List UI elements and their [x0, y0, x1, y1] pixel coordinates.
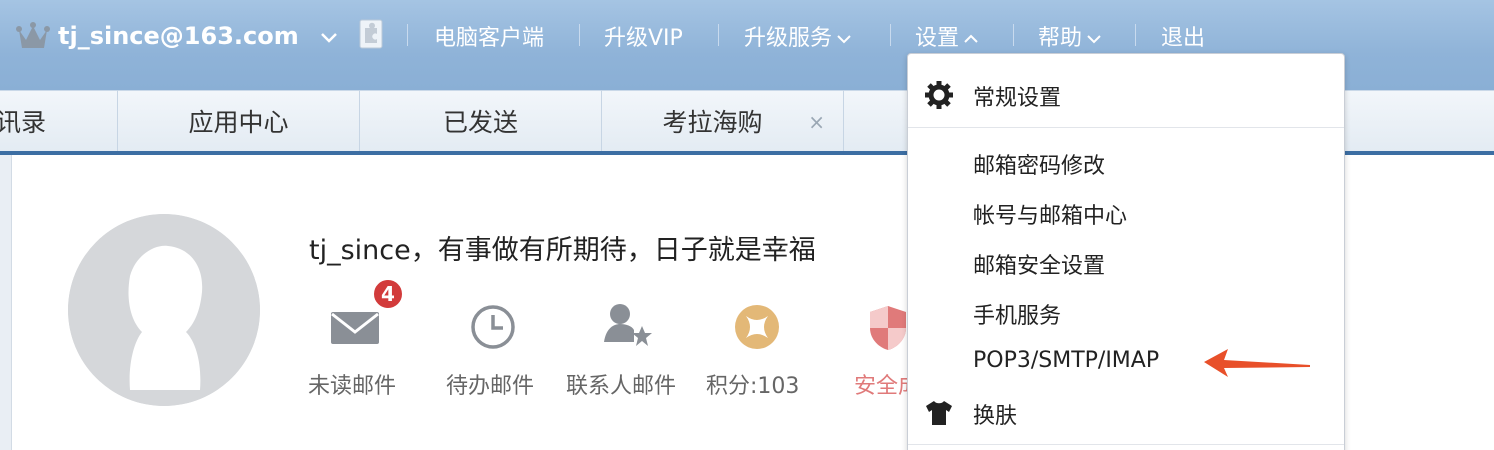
greeting-text: tj_since，有事做有所期待，日子就是幸福 [309, 235, 816, 266]
chevron-down-icon [1087, 35, 1101, 44]
shield-icon [870, 306, 906, 350]
gear-icon [925, 81, 953, 109]
menu-item-label: 换肤 [973, 404, 1018, 429]
qi-label: 联系人邮件 [566, 374, 677, 399]
menu-item-label: 邮箱密码修改 [973, 154, 1106, 179]
chevron-up-icon [964, 34, 978, 43]
tab-app-center[interactable]: 应用中心 [118, 90, 360, 152]
separator [1135, 24, 1136, 46]
close-icon[interactable]: × [808, 112, 825, 132]
tab-contacts[interactable]: 讯录 [0, 90, 118, 152]
menu-item-label: 帐号与邮箱中心 [973, 204, 1128, 229]
tab-label: 讯录 [0, 108, 47, 137]
settings-menu[interactable]: 设置 [915, 20, 981, 52]
password-change-item[interactable]: 邮箱密码修改 [908, 138, 1344, 186]
avatar[interactable] [68, 214, 260, 406]
general-settings-item[interactable]: 常规设置 [908, 70, 1344, 118]
tab-label: 已发送 [442, 108, 518, 137]
unread-count-badge: 4 [372, 278, 404, 310]
clock-icon [471, 305, 515, 349]
chevron-down-icon[interactable] [318, 28, 340, 48]
upgrade-service-label: 升级服务 [744, 26, 833, 51]
logout-link[interactable]: 退出 [1161, 20, 1205, 52]
default-avatar-icon [68, 214, 260, 406]
todo-mail-item[interactable]: 待办邮件 [444, 300, 544, 400]
crown-icon [16, 22, 50, 48]
upgrade-service-menu[interactable]: 升级服务 [744, 20, 854, 52]
menu-item-label: 常规设置 [973, 86, 1062, 111]
puzzle-icon[interactable] [358, 18, 384, 50]
tab-label: 应用中心 [188, 108, 289, 137]
separator [890, 24, 891, 46]
settings-label: 设置 [915, 26, 960, 51]
annotation-arrow-icon [1204, 349, 1310, 377]
qi-label: 未读邮件 [308, 374, 397, 399]
menu-item-label: POP3/SMTP/IMAP [973, 348, 1160, 373]
separator [718, 24, 719, 46]
menu-item-label: 手机服务 [973, 304, 1062, 329]
envelope-icon [331, 312, 379, 344]
left-strip [0, 155, 12, 450]
contact-mail-item[interactable]: 联系人邮件 [566, 300, 688, 400]
points-icon [735, 305, 779, 349]
security-item[interactable]: 安全成 [854, 300, 914, 400]
separator [1013, 24, 1014, 46]
contact-star-icon [604, 304, 652, 346]
help-label: 帮助 [1038, 26, 1083, 51]
account-center-item[interactable]: 帐号与邮箱中心 [908, 188, 1344, 236]
menu-item-label: 邮箱安全设置 [973, 254, 1106, 279]
unread-mail-item[interactable]: 未读邮件 [306, 300, 406, 400]
upgrade-vip-link[interactable]: 升级VIP [604, 20, 683, 52]
tab-kaola[interactable]: 考拉海购 × [602, 90, 844, 152]
separator [579, 24, 580, 46]
settings-dropdown: 常规设置 邮箱密码修改 帐号与邮箱中心 邮箱安全设置 手机服务 POP3/SMT… [907, 53, 1345, 450]
tab-sent[interactable]: 已发送 [360, 90, 602, 152]
skin-item[interactable]: 换肤 [908, 388, 1344, 436]
tshirt-icon [926, 401, 952, 425]
separator [407, 24, 408, 46]
security-settings-item[interactable]: 邮箱安全设置 [908, 238, 1344, 286]
menu-divider [908, 444, 1344, 445]
tab-label: 考拉海购 [662, 108, 763, 137]
qi-label: 安全成 [854, 374, 914, 399]
menu-divider [908, 127, 1344, 128]
mobile-service-item[interactable]: 手机服务 [908, 288, 1344, 336]
chevron-down-icon [837, 35, 851, 44]
help-menu[interactable]: 帮助 [1038, 20, 1104, 52]
account-name[interactable]: tj_since@163.com [58, 22, 299, 50]
points-item[interactable]: 积分:103 [706, 300, 816, 400]
qi-label: 待办邮件 [446, 374, 535, 399]
client-download-link[interactable]: 电脑客户端 [434, 20, 544, 52]
qi-label: 积分:103 [706, 374, 800, 399]
